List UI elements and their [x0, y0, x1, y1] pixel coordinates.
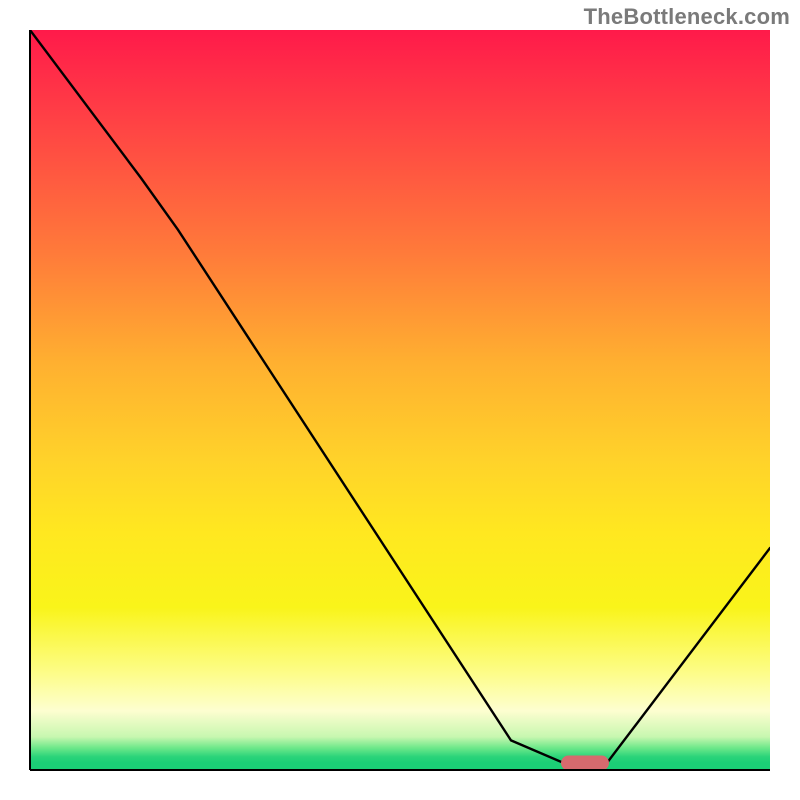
watermark-text: TheBottleneck.com: [584, 4, 790, 30]
plot-area: [30, 30, 770, 770]
chart-container: TheBottleneck.com: [0, 0, 800, 800]
y-axis-line: [29, 30, 31, 770]
optimal-point-marker: [561, 755, 609, 770]
bottleneck-curve: [30, 30, 770, 770]
x-axis-line: [30, 769, 770, 771]
